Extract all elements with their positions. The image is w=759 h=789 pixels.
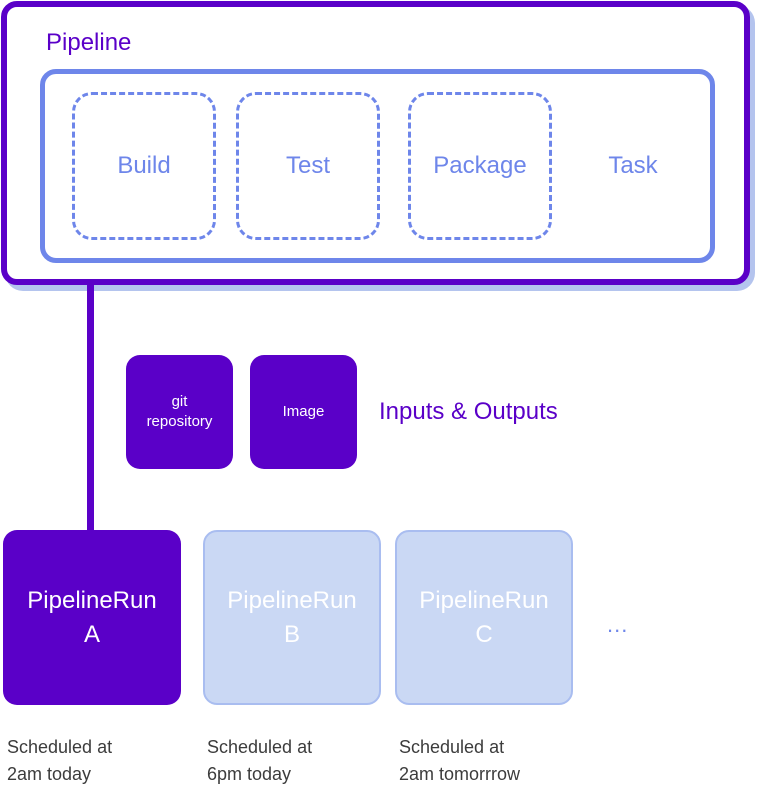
tasks-container: Build Test Package Task <box>40 69 715 263</box>
run-letter: C <box>475 620 493 648</box>
schedule-line2: 2am today <box>7 764 92 784</box>
schedule-line1: Scheduled at <box>7 737 113 757</box>
task-generic: Task <box>573 92 693 240</box>
schedule-line2: 2am tomorrrow <box>399 764 521 784</box>
inputs-outputs-label: Inputs & Outputs <box>379 398 558 425</box>
run-c-schedule: Scheduled at 2am tomorrrow <box>399 734 520 788</box>
run-a-schedule: Scheduled at 2am today <box>7 734 112 788</box>
pipeline-title: Pipeline <box>46 29 132 56</box>
pipeline-run-b[interactable]: PipelineRun B <box>203 530 381 705</box>
resource-image[interactable]: Image <box>250 355 357 469</box>
run-letter: A <box>83 620 100 648</box>
task-label: Test <box>285 152 330 179</box>
run-title: PipelineRun <box>27 586 157 614</box>
run-letter: B <box>283 620 300 648</box>
schedule-line2: 6pm today <box>207 764 292 784</box>
task-package[interactable]: Package <box>408 92 552 240</box>
task-label: Package <box>433 152 527 179</box>
resource-label-line1: git <box>171 393 188 410</box>
run-title: PipelineRun <box>419 586 549 614</box>
run-b-schedule: Scheduled at 6pm today <box>207 734 312 788</box>
more-runs-ellipsis: ... <box>607 612 629 637</box>
pipeline-to-run-connector <box>87 284 94 532</box>
pipeline-run-a[interactable]: PipelineRun A <box>3 530 181 705</box>
pipeline-run-c[interactable]: PipelineRun C <box>395 530 573 705</box>
schedule-line1: Scheduled at <box>399 737 505 757</box>
task-test[interactable]: Test <box>236 92 380 240</box>
task-label: Task <box>608 152 658 179</box>
task-label: Build <box>117 152 171 179</box>
schedule-line1: Scheduled at <box>207 737 313 757</box>
run-title: PipelineRun <box>227 586 357 614</box>
pipeline-box: Pipeline Build Test Package Task <box>1 1 750 285</box>
resource-git-repository[interactable]: git repository <box>126 355 233 469</box>
resource-label-line1: Image <box>282 403 325 420</box>
resource-label-line2: repository <box>146 413 213 430</box>
task-build[interactable]: Build <box>72 92 216 240</box>
